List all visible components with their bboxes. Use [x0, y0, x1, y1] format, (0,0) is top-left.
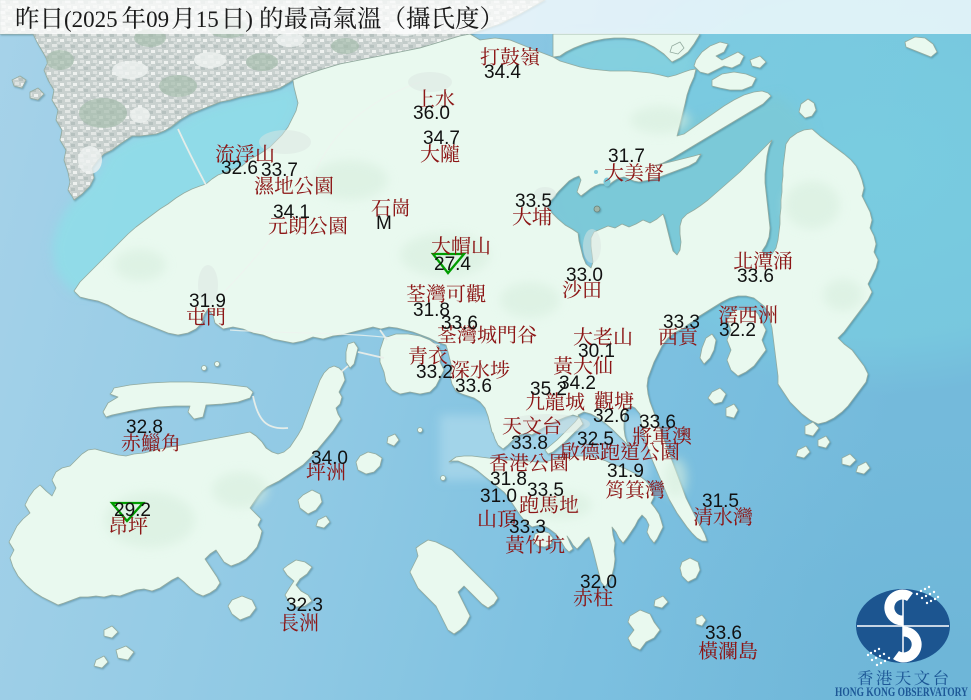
svg-text:31.0: 31.0 [480, 486, 517, 507]
svg-text:33.6: 33.6 [441, 313, 478, 334]
svg-text:27.4: 27.4 [434, 254, 471, 275]
svg-text:32.6: 32.6 [593, 406, 630, 427]
svg-text:32.2: 32.2 [719, 320, 756, 341]
svg-text:33.5: 33.5 [515, 191, 552, 212]
svg-text:31.7: 31.7 [608, 146, 645, 167]
svg-text:33.3: 33.3 [509, 517, 546, 538]
svg-text:M: M [376, 213, 392, 234]
svg-text:31.9: 31.9 [607, 461, 644, 482]
svg-text:33.7: 33.7 [261, 160, 298, 181]
svg-text:32.3: 32.3 [286, 595, 323, 616]
svg-text:33.6: 33.6 [705, 623, 742, 644]
svg-text:32.6: 32.6 [221, 158, 258, 179]
svg-text:29.2: 29.2 [114, 500, 151, 521]
svg-text:15: 15 [196, 7, 219, 32]
svg-text:33.5: 33.5 [527, 480, 564, 501]
svg-text:34.1: 34.1 [273, 202, 310, 223]
svg-text:36.0: 36.0 [413, 103, 450, 124]
svg-text:34.7: 34.7 [423, 128, 460, 149]
svg-text:31.9: 31.9 [189, 291, 226, 312]
svg-text:30.1: 30.1 [578, 341, 615, 362]
svg-text:): ) [245, 7, 253, 32]
svg-text:33.2: 33.2 [416, 362, 453, 383]
svg-text:32.8: 32.8 [126, 417, 163, 438]
svg-text:32.5: 32.5 [577, 429, 614, 450]
svg-text:34.0: 34.0 [311, 448, 348, 469]
svg-text:(2025: (2025 [64, 7, 118, 32]
svg-text:33.6: 33.6 [639, 412, 676, 433]
svg-text:33.0: 33.0 [566, 265, 603, 286]
svg-text:33.3: 33.3 [663, 312, 700, 333]
svg-text:33.6: 33.6 [455, 376, 492, 397]
svg-text:32.0: 32.0 [580, 572, 617, 593]
svg-text:31.5: 31.5 [702, 491, 739, 512]
svg-text:HONG KONG OBSERVATORY: HONG KONG OBSERVATORY [835, 685, 968, 699]
svg-text:34.4: 34.4 [484, 62, 521, 83]
svg-text:35.2: 35.2 [530, 379, 567, 400]
svg-text:33.6: 33.6 [737, 266, 774, 287]
svg-text:09: 09 [146, 7, 169, 32]
svg-text:33.8: 33.8 [511, 433, 548, 454]
